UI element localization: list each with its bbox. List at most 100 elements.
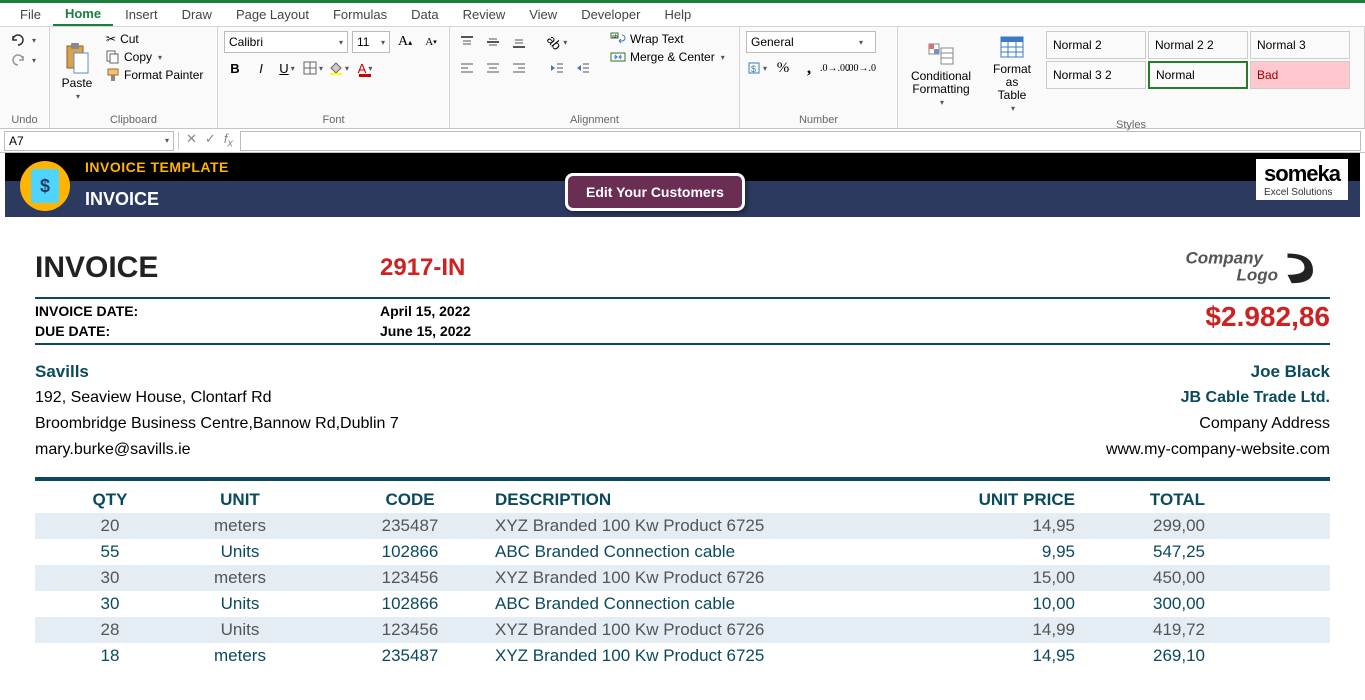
- cancel-formula-button[interactable]: ✕: [183, 131, 200, 150]
- menu-tab-draw[interactable]: Draw: [170, 4, 224, 25]
- menu-tab-help[interactable]: Help: [652, 4, 703, 25]
- align-right-button[interactable]: [508, 57, 530, 79]
- number-format-combo[interactable]: ▾: [746, 31, 876, 53]
- menu-tab-page-layout[interactable]: Page Layout: [224, 4, 321, 25]
- increase-decimal-button[interactable]: .0→.00: [824, 57, 846, 79]
- decrease-indent-button[interactable]: [546, 57, 568, 79]
- align-middle-button[interactable]: [482, 31, 504, 53]
- menu-tab-home[interactable]: Home: [53, 3, 113, 26]
- menu-tab-view[interactable]: View: [517, 4, 569, 25]
- conditional-formatting-button[interactable]: Conditional Formatting▾: [904, 31, 978, 117]
- enter-formula-button[interactable]: ✓: [202, 131, 219, 150]
- cell-qty: 30: [65, 568, 155, 588]
- style-normal-3-2[interactable]: Normal 3 2: [1046, 61, 1146, 89]
- fill-color-button[interactable]: ▾: [328, 57, 350, 79]
- cell-qty: 28: [65, 620, 155, 640]
- cell-total: 269,10: [1075, 646, 1205, 666]
- line-item-row[interactable]: 28Units123456XYZ Branded 100 Kw Product …: [35, 617, 1330, 643]
- cell-code: 235487: [325, 646, 495, 666]
- cut-button[interactable]: ✂Cut: [102, 31, 207, 47]
- due-date-value: June 15, 2022: [380, 321, 580, 341]
- font-color-button[interactable]: A▾: [354, 57, 376, 79]
- cell-styles-gallery[interactable]: Normal 2Normal 2 2Normal 3 Normal 3 2Norm…: [1046, 31, 1350, 117]
- edit-customers-button[interactable]: Edit Your Customers: [565, 173, 745, 211]
- format-painter-button[interactable]: Format Painter: [102, 67, 207, 83]
- conditional-formatting-label: Conditional Formatting: [911, 70, 971, 96]
- svg-text:ab: ab: [612, 34, 618, 40]
- font-size-combo[interactable]: ▾: [352, 31, 390, 53]
- invoice-total: $2.982,86: [1205, 301, 1330, 341]
- italic-button[interactable]: I: [250, 57, 272, 79]
- name-box[interactable]: ▾: [4, 131, 174, 151]
- percent-button[interactable]: %: [772, 57, 794, 79]
- menu-tab-insert[interactable]: Insert: [113, 4, 170, 25]
- cell-desc: XYZ Branded 100 Kw Product 6726: [495, 568, 915, 588]
- menu-tab-file[interactable]: File: [8, 4, 53, 25]
- format-as-table-button[interactable]: Format as Table▾: [982, 31, 1042, 117]
- col-code: CODE: [325, 490, 495, 510]
- style-normal-3[interactable]: Normal 3: [1250, 31, 1350, 59]
- group-label-undo: Undo: [6, 112, 43, 126]
- line-item-row[interactable]: 30Units102866ABC Branded Connection cabl…: [35, 591, 1330, 617]
- menu-tab-developer[interactable]: Developer: [569, 4, 652, 25]
- increase-indent-button[interactable]: [572, 57, 594, 79]
- cell-unit: meters: [155, 516, 325, 536]
- cell-price: 10,00: [915, 594, 1075, 614]
- line-item-row[interactable]: 18meters235487XYZ Branded 100 Kw Product…: [35, 643, 1330, 669]
- line-items-table: QTY UNIT CODE DESCRIPTION UNIT PRICE TOT…: [35, 487, 1330, 669]
- borders-button[interactable]: ▾: [302, 57, 324, 79]
- style-normal-2-2[interactable]: Normal 2 2: [1148, 31, 1248, 59]
- svg-text:Logo: Logo: [1237, 266, 1279, 285]
- align-left-button[interactable]: [456, 57, 478, 79]
- undo-icon: [10, 32, 26, 48]
- menu-tab-data[interactable]: Data: [399, 4, 450, 25]
- align-bottom-button[interactable]: [508, 31, 530, 53]
- accounting-format-button[interactable]: $▾: [746, 57, 768, 79]
- svg-text:Company: Company: [1186, 249, 1265, 268]
- style-bad[interactable]: Bad: [1250, 61, 1350, 89]
- bold-button[interactable]: B: [224, 57, 246, 79]
- undo-button[interactable]: ▾: [6, 31, 40, 49]
- format-table-label: Format as Table: [988, 63, 1036, 102]
- due-date-label: DUE DATE:: [35, 321, 380, 341]
- line-item-row[interactable]: 30meters123456XYZ Branded 100 Kw Product…: [35, 565, 1330, 591]
- style-normal-2[interactable]: Normal 2: [1046, 31, 1146, 59]
- orientation-button[interactable]: ab▾: [546, 31, 568, 53]
- merge-center-button[interactable]: Merge & Center▾: [606, 49, 729, 65]
- wrap-text-button[interactable]: abWrap Text: [606, 31, 729, 47]
- col-qty: QTY: [65, 490, 155, 510]
- decrease-decimal-button[interactable]: .00→.0: [850, 57, 872, 79]
- formula-input[interactable]: [240, 131, 1361, 151]
- menu-tab-review[interactable]: Review: [451, 4, 518, 25]
- company-logo: CompanyLogo: [1160, 245, 1330, 291]
- line-item-row[interactable]: 55Units102866ABC Branded Connection cabl…: [35, 539, 1330, 565]
- font-family-combo[interactable]: ▾: [224, 31, 348, 53]
- decrease-font-button[interactable]: A▾: [420, 31, 442, 53]
- copy-button[interactable]: Copy▾: [102, 49, 207, 65]
- comma-button[interactable]: ,: [798, 57, 820, 79]
- invoice-heading: INVOICE: [35, 251, 380, 285]
- group-label-number: Number: [746, 112, 891, 126]
- align-top-button[interactable]: [456, 31, 478, 53]
- style-normal[interactable]: Normal: [1148, 61, 1248, 89]
- menu-bar: FileHomeInsertDrawPage LayoutFormulasDat…: [0, 3, 1365, 27]
- cell-code: 102866: [325, 542, 495, 562]
- menu-tab-formulas[interactable]: Formulas: [321, 4, 399, 25]
- align-center-button[interactable]: [482, 57, 504, 79]
- svg-text:$: $: [751, 64, 756, 74]
- paste-button[interactable]: Paste▾: [56, 31, 98, 112]
- cell-price: 14,95: [915, 516, 1075, 536]
- redo-button[interactable]: ▾: [6, 51, 40, 69]
- cell-total: 300,00: [1075, 594, 1205, 614]
- worksheet-area[interactable]: INVOICE TEMPLATE $ INVOICE Edit Your Cus…: [0, 153, 1365, 700]
- col-total: TOTAL: [1075, 490, 1205, 510]
- redo-icon: [10, 52, 26, 68]
- bill-to: Joe Black JB Cable Trade Ltd. Company Ad…: [1106, 359, 1330, 463]
- underline-button[interactable]: U▾: [276, 57, 298, 79]
- line-item-row[interactable]: 20meters235487XYZ Branded 100 Kw Product…: [35, 513, 1330, 539]
- fx-button[interactable]: fx: [221, 131, 236, 150]
- cell-total: 419,72: [1075, 620, 1205, 640]
- col-unit: UNIT: [155, 490, 325, 510]
- paste-icon: [63, 42, 91, 74]
- increase-font-button[interactable]: A▴: [394, 31, 416, 53]
